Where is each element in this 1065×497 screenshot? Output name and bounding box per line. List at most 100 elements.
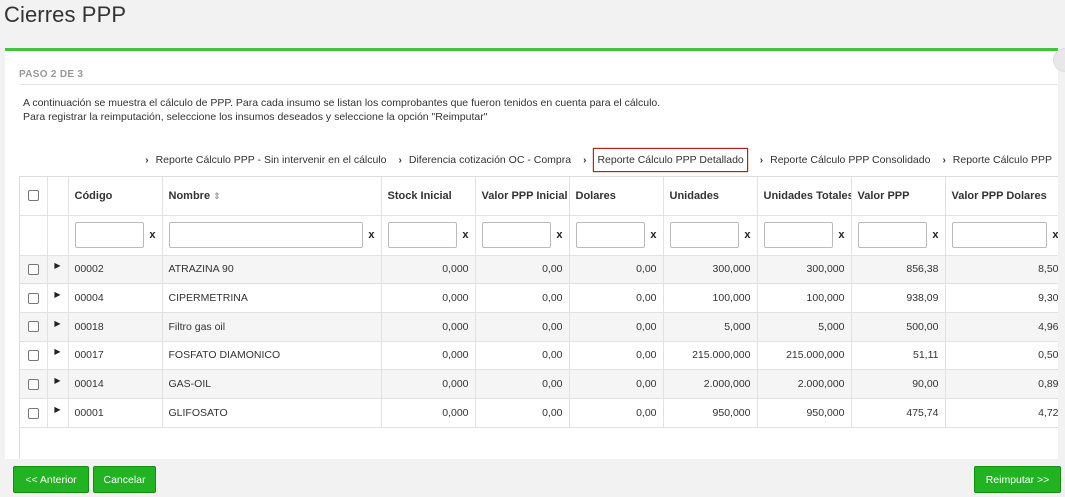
expand-row-icon[interactable]: ▶ bbox=[54, 261, 60, 270]
filter-input-unidades[interactable] bbox=[669, 222, 739, 248]
report-link-ppp[interactable]: › Reporte Cálculo PPP bbox=[932, 154, 1054, 166]
col-header-stock-inicial[interactable]: Stock Inicial bbox=[381, 177, 476, 216]
report-link-consolidado[interactable]: › Reporte Cálculo PPP Consolidado bbox=[750, 154, 933, 166]
cell-valor-ppp-inicial: 0,00 bbox=[475, 312, 570, 342]
expand-row-icon[interactable]: ▶ bbox=[54, 290, 60, 299]
clear-filter-icon[interactable]: x bbox=[551, 229, 562, 241]
col-header-valor-ppp-dolares[interactable]: Valor PPP Dolares bbox=[945, 177, 1058, 216]
cell-valor-ppp-inicial: 0,00 bbox=[475, 341, 570, 371]
row-checkbox[interactable] bbox=[27, 378, 39, 390]
select-all-cell bbox=[20, 177, 48, 216]
filter-input-stock-inicial[interactable] bbox=[387, 222, 457, 248]
cell-valor-ppp-dolares: 9,30 bbox=[945, 283, 1058, 313]
cell-valor-ppp-inicial: 0,00 bbox=[475, 369, 570, 399]
expand-row-icon[interactable]: ▶ bbox=[54, 405, 60, 414]
cell-stock-inicial: 0,000 bbox=[381, 341, 476, 371]
row-checkbox[interactable] bbox=[27, 292, 39, 304]
filter-input-unidades-totales[interactable] bbox=[763, 222, 833, 248]
table-row[interactable]: ▶ 00004 CIPERMETRINA 0,000 0,00 0,00 100,000 10… bbox=[20, 283, 1058, 313]
filter-input-dolares[interactable] bbox=[575, 222, 645, 248]
ppp-table-container: Código Nombre ⇕ Stock Inicial Valor PPP I… bbox=[19, 176, 1058, 459]
clear-filter-icon[interactable]: x bbox=[363, 229, 374, 241]
intro-line-1: A continuación se muestra el cálculo de … bbox=[23, 97, 661, 109]
row-checkbox[interactable] bbox=[27, 407, 39, 419]
cell-valor-ppp-dolares: 0,89 bbox=[945, 369, 1058, 399]
select-all-checkbox[interactable] bbox=[27, 190, 39, 202]
cell-valor-ppp-inicial: 0,00 bbox=[475, 255, 570, 285]
report-link-sin-intervenir[interactable]: › Reporte Cálculo PPP - Sin intervenir e… bbox=[135, 154, 388, 166]
col-header-unidades-totales[interactable]: Unidades Totales bbox=[757, 177, 852, 216]
cell-nombre: FOSFATO DIAMONICO bbox=[162, 341, 382, 371]
table-row[interactable]: ▶ 00014 GAS-OIL 0,000 0,00 0,00 2.000,000 2.000… bbox=[20, 369, 1058, 399]
cell-nombre: GLIFOSATO bbox=[162, 398, 382, 428]
table-row[interactable]: ▶ 00017 FOSFATO DIAMONICO 0,000 0,00 0,00 215.… bbox=[20, 341, 1058, 371]
clear-filter-icon[interactable]: x bbox=[457, 229, 468, 241]
cancel-button[interactable]: Cancelar bbox=[93, 466, 156, 493]
expand-row-icon[interactable]: ▶ bbox=[54, 376, 60, 385]
clear-filter-icon[interactable]: x bbox=[739, 229, 750, 241]
cell-unidades-totales: 215.000,000 bbox=[757, 341, 852, 371]
reimpute-button[interactable]: Reimputar >> bbox=[974, 466, 1061, 493]
cell-unidades-totales: 2.000,000 bbox=[757, 369, 852, 399]
cell-dolares: 0,00 bbox=[569, 283, 664, 313]
table-row[interactable]: ▶ 00002 ATRAZINA 90 0,000 0,00 0,00 300,000 300… bbox=[20, 255, 1058, 285]
col-header-valor-ppp[interactable]: Valor PPP bbox=[851, 177, 946, 216]
cell-valor-ppp: 856,38 bbox=[851, 255, 946, 285]
cell-codigo: 00017 bbox=[68, 341, 163, 371]
row-checkbox[interactable] bbox=[27, 321, 39, 333]
clear-filter-icon[interactable]: x bbox=[927, 229, 938, 241]
intro-line-2: Para registrar la reimputación, seleccio… bbox=[23, 111, 488, 123]
row-checkbox[interactable] bbox=[27, 264, 39, 276]
cell-nombre: ATRAZINA 90 bbox=[162, 255, 382, 285]
cell-dolares: 0,00 bbox=[569, 369, 664, 399]
cell-codigo: 00018 bbox=[68, 312, 163, 342]
col-header-dolares[interactable]: Dolares bbox=[569, 177, 664, 216]
cell-dolares: 0,00 bbox=[569, 341, 664, 371]
cell-valor-ppp: 475,74 bbox=[851, 398, 946, 428]
clear-filter-icon[interactable]: x bbox=[645, 229, 656, 241]
col-header-codigo[interactable]: Código bbox=[68, 177, 163, 216]
ppp-table: Código Nombre ⇕ Stock Inicial Valor PPP I… bbox=[20, 177, 1058, 428]
cell-valor-ppp: 938,09 bbox=[851, 283, 946, 313]
cell-valor-ppp: 90,00 bbox=[851, 369, 946, 399]
cell-codigo: 00002 bbox=[68, 255, 163, 285]
cell-unidades: 950,000 bbox=[663, 398, 758, 428]
filter-input-valor-ppp-dolares[interactable] bbox=[951, 222, 1047, 248]
cell-valor-ppp-dolares: 4,96 bbox=[945, 312, 1058, 342]
filter-input-nombre[interactable] bbox=[168, 222, 363, 248]
expand-row-icon[interactable]: ▶ bbox=[54, 319, 60, 328]
chevron-right-icon: › bbox=[583, 154, 587, 166]
cell-unidades: 300,000 bbox=[663, 255, 758, 285]
cell-unidades: 5,000 bbox=[663, 312, 758, 342]
cell-valor-ppp-dolares: 8,50 bbox=[945, 255, 1058, 285]
cell-unidades-totales: 100,000 bbox=[757, 283, 852, 313]
sort-icon[interactable]: ⇕ bbox=[213, 191, 221, 201]
clear-filter-icon[interactable]: x bbox=[144, 229, 155, 241]
chevron-right-icon: › bbox=[145, 154, 149, 166]
cell-stock-inicial: 0,000 bbox=[381, 283, 476, 313]
report-link-diferencia-cotizacion[interactable]: › Diferencia cotización OC - Compra bbox=[389, 154, 574, 166]
filter-input-valor-ppp-inicial[interactable] bbox=[481, 222, 551, 248]
cell-codigo: 00014 bbox=[68, 369, 163, 399]
cell-nombre: CIPERMETRINA bbox=[162, 283, 382, 313]
chevron-right-icon: › bbox=[759, 154, 764, 166]
report-links: › Reporte Cálculo PPP - Sin intervenir e… bbox=[135, 147, 1054, 173]
table-header-row: Código Nombre ⇕ Stock Inicial Valor PPP I… bbox=[20, 177, 1058, 216]
row-checkbox[interactable] bbox=[27, 350, 39, 362]
expand-row-icon[interactable]: ▶ bbox=[54, 347, 60, 356]
clear-filter-icon[interactable]: x bbox=[1047, 229, 1058, 241]
previous-button[interactable]: << Anterior bbox=[13, 466, 89, 493]
report-link-detallado[interactable]: › Reporte Cálculo PPP Detallado bbox=[573, 148, 750, 172]
cell-valor-ppp-inicial: 0,00 bbox=[475, 398, 570, 428]
cell-valor-ppp: 51,11 bbox=[851, 341, 946, 371]
col-header-unidades[interactable]: Unidades bbox=[663, 177, 758, 216]
cell-dolares: 0,00 bbox=[569, 255, 664, 285]
col-header-nombre[interactable]: Nombre ⇕ bbox=[162, 177, 382, 216]
clear-filter-icon[interactable]: x bbox=[833, 229, 844, 241]
cell-unidades: 215.000,000 bbox=[663, 341, 758, 371]
col-header-valor-ppp-inicial[interactable]: Valor PPP Inicial bbox=[475, 177, 570, 216]
table-row[interactable]: ▶ 00001 GLIFOSATO 0,000 0,00 0,00 950,000 950,0… bbox=[20, 398, 1058, 428]
filter-input-codigo[interactable] bbox=[74, 222, 144, 248]
table-row[interactable]: ▶ 00018 Filtro gas oil 0,000 0,00 0,00 5,000 5,… bbox=[20, 312, 1058, 342]
filter-input-valor-ppp[interactable] bbox=[857, 222, 927, 248]
